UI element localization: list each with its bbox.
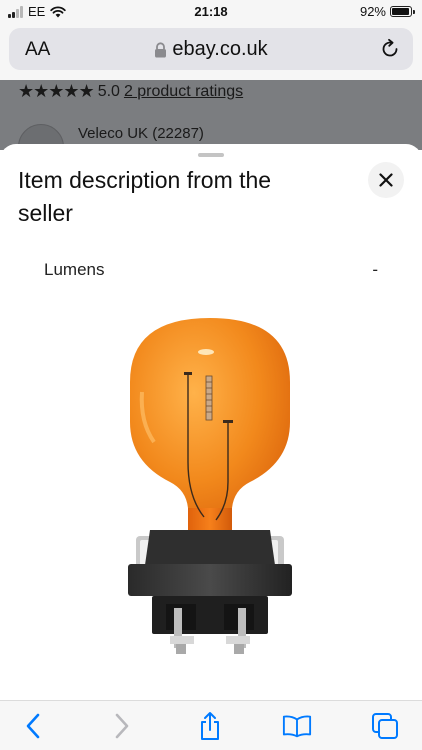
star-rating-icon: ★★★★★ [18,81,95,101]
share-icon [201,712,219,740]
spec-value: - [372,260,378,279]
sheet-title: Item description from the seller [18,167,272,226]
item-description-sheet: Item description from the seller Lumens … [0,144,422,700]
close-icon [379,173,393,187]
background-page-overlay[interactable]: ★★★★★ 5.0 2 product ratings Veleco UK (2… [0,80,422,150]
share-button[interactable] [195,711,225,741]
clock: 21:18 [194,4,228,19]
browser-top-bar: AA ebay.co.uk [0,24,422,80]
address-bar[interactable]: AA ebay.co.uk [9,28,413,70]
spec-row-lumens: Lumens - [44,260,378,280]
tabs-icon [372,713,398,739]
battery-percent: 92% [359,4,386,19]
battery-status: 92% [359,4,415,19]
bookmarks-button[interactable] [282,711,312,741]
product-ratings-link[interactable]: 2 product ratings [124,83,243,101]
chevron-left-icon [26,713,40,739]
reload-icon[interactable] [379,38,401,60]
rating-value: 5.0 [97,82,120,100]
rating-row: ★★★★★ 5.0 2 product ratings [18,81,243,102]
status-bar: EE 21:18 92% [0,0,422,24]
sheet-grabber[interactable] [198,153,224,157]
chevron-right-icon [115,713,129,739]
tabs-button[interactable] [370,711,400,741]
close-button[interactable] [368,162,404,198]
amber-bulb-image [128,318,292,654]
forward-button[interactable] [107,711,137,741]
seller-name: Veleco UK (22287) [78,124,204,142]
book-icon [282,715,312,738]
url-display[interactable]: ebay.co.uk [9,38,413,61]
battery-icon [390,6,415,17]
url-text: ebay.co.uk [172,38,268,60]
lock-icon [155,41,167,57]
product-image-bulb[interactable] [110,312,310,682]
back-button[interactable] [18,711,48,741]
spec-label: Lumens [44,260,105,279]
browser-toolbar [0,700,422,750]
